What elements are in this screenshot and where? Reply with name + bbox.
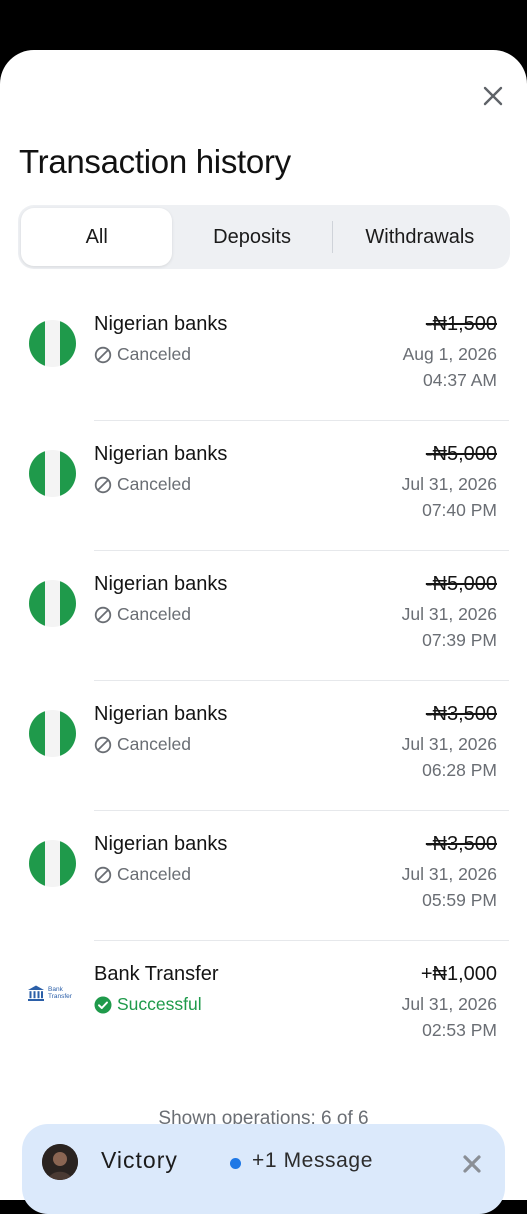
status-label: Canceled — [117, 604, 191, 624]
tab-withdrawals[interactable]: Withdrawals — [333, 208, 507, 266]
transaction-name: Nigerian banks — [94, 443, 228, 465]
transaction-status: Canceled — [94, 474, 191, 495]
transaction-name: Nigerian banks — [94, 833, 228, 855]
transaction-amount: -₦5,000 — [425, 573, 497, 595]
transaction-amount: -₦3,500 — [425, 703, 497, 725]
transaction-date: Jul 31, 2026 — [401, 994, 497, 1014]
transaction-amount: -₦3,500 — [425, 833, 497, 855]
nigeria-flag-icon — [29, 580, 76, 627]
chat-message-count: +1 Message — [252, 1149, 373, 1172]
transaction-row[interactable]: Nigerian banks Canceled -₦3,500 Jul 31, … — [0, 810, 527, 941]
transaction-row[interactable]: Nigerian banks Canceled -₦3,500 Jul 31, … — [0, 680, 527, 811]
bank-logo-text: Bank Transfer — [48, 986, 72, 1000]
transaction-time: 06:28 PM — [422, 760, 497, 780]
filter-tabs: All Deposits Withdrawals — [18, 205, 510, 269]
canceled-icon — [94, 606, 112, 624]
status-label: Canceled — [117, 344, 191, 364]
bank-transfer-icon: Bank Transfer — [27, 980, 79, 1006]
transaction-row[interactable]: Nigerian banks Canceled -₦5,000 Jul 31, … — [0, 550, 527, 681]
transaction-status: Canceled — [94, 864, 191, 885]
status-label: Successful — [117, 994, 202, 1014]
transaction-row[interactable]: Nigerian banks Canceled -₦5,000 Jul 31, … — [0, 420, 527, 551]
transaction-status: Canceled — [94, 344, 191, 365]
transaction-date: Jul 31, 2026 — [401, 864, 497, 884]
transaction-status: Canceled — [94, 604, 191, 625]
canceled-icon — [94, 476, 112, 494]
avatar — [42, 1144, 78, 1180]
nigeria-flag-icon — [29, 450, 76, 497]
transaction-time: 05:59 PM — [422, 890, 497, 910]
transaction-history-sheet: Transaction history All Deposits Withdra… — [0, 50, 527, 1200]
canceled-icon — [94, 866, 112, 884]
transaction-name: Nigerian banks — [94, 313, 228, 335]
status-label: Canceled — [117, 734, 191, 754]
transaction-row[interactable]: Nigerian banks Canceled -₦1,500 Aug 1, 2… — [0, 290, 527, 421]
transaction-date: Jul 31, 2026 — [401, 734, 497, 754]
status-label: Canceled — [117, 474, 191, 494]
transaction-date: Jul 31, 2026 — [401, 474, 497, 494]
transaction-status: Canceled — [94, 734, 191, 755]
transaction-date: Aug 1, 2026 — [402, 344, 497, 364]
close-icon[interactable] — [479, 82, 507, 110]
transaction-status: Successful — [94, 994, 202, 1015]
canceled-icon — [94, 346, 112, 364]
close-icon[interactable] — [460, 1152, 484, 1176]
tab-deposits[interactable]: Deposits — [172, 208, 331, 266]
tab-all[interactable]: All — [21, 208, 173, 266]
transaction-time: 07:39 PM — [422, 630, 497, 650]
nigeria-flag-icon — [29, 840, 76, 887]
transaction-name: Nigerian banks — [94, 573, 228, 595]
chat-contact-name: Victory — [101, 1147, 178, 1173]
transaction-list: Nigerian banks Canceled -₦1,500 Aug 1, 2… — [0, 290, 527, 1070]
transaction-time: 02:53 PM — [422, 1020, 497, 1040]
transaction-date: Jul 31, 2026 — [401, 604, 497, 624]
nigeria-flag-icon — [29, 320, 76, 367]
check-circle-icon — [94, 996, 112, 1014]
chat-head-notification[interactable]: Victory +1 Message — [22, 1124, 505, 1214]
page-title: Transaction history — [19, 143, 291, 180]
nigeria-flag-icon — [29, 710, 76, 757]
status-label: Canceled — [117, 864, 191, 884]
unread-dot-icon — [230, 1158, 241, 1169]
transaction-amount: -₦5,000 — [425, 443, 497, 465]
transaction-name: Nigerian banks — [94, 703, 228, 725]
transaction-row[interactable]: Bank Transfer Bank Transfer Successful +₦… — [0, 940, 527, 1070]
transaction-name: Bank Transfer — [94, 963, 219, 985]
transaction-amount: +₦1,000 — [420, 963, 497, 985]
transaction-time: 07:40 PM — [422, 500, 497, 520]
transaction-time: 04:37 AM — [423, 370, 497, 390]
canceled-icon — [94, 736, 112, 754]
transaction-amount: -₦1,500 — [425, 313, 497, 335]
